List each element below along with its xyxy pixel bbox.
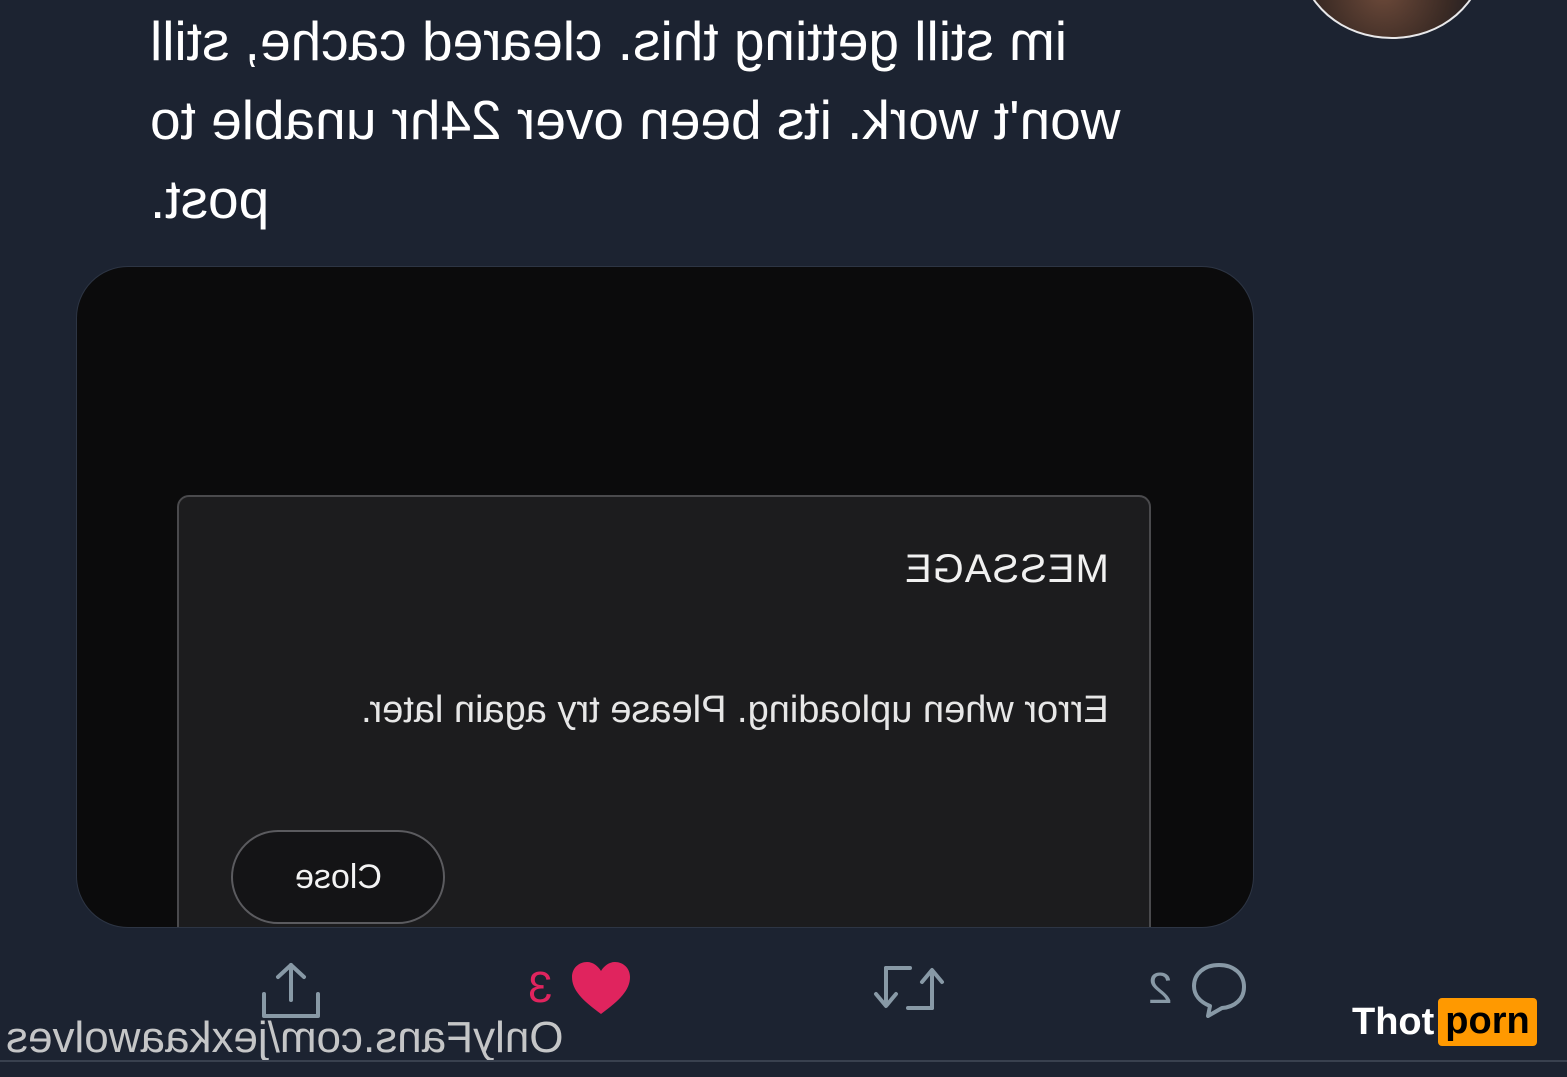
divider xyxy=(0,1060,1567,1062)
dialog-message: Error when uploading. Please try again l… xyxy=(361,689,1109,731)
retweet-button[interactable] xyxy=(872,960,964,1016)
screen: im still getting this. cleared cache, st… xyxy=(0,0,1567,1077)
brand-logo-part2: porn xyxy=(1438,998,1537,1046)
error-dialog: MESSAGE Error when uploading. Please try… xyxy=(177,495,1151,927)
brand-logo-part1: Thot xyxy=(1352,1000,1435,1043)
heart-icon xyxy=(570,960,632,1016)
watermark-url: OnlyFans.com/jexkaawolves xyxy=(6,1013,564,1062)
retweet-icon xyxy=(872,960,946,1016)
brand-logo: Thot porn xyxy=(1352,998,1537,1046)
tweet-text-line-2: won't work. its been over 24hr unable to xyxy=(150,89,1121,151)
like-button[interactable]: 3 xyxy=(528,960,632,1016)
dialog-title: MESSAGE xyxy=(904,547,1109,591)
close-button-label: Close xyxy=(294,857,382,896)
like-count: 3 xyxy=(528,963,553,1012)
reply-icon xyxy=(1190,960,1248,1018)
reply-count: 2 xyxy=(1148,964,1173,1013)
tweet-text: im still getting this. cleared cache, st… xyxy=(150,2,1250,239)
reply-button[interactable]: 2 xyxy=(1148,960,1248,1018)
tweet-text-line-1: im still getting this. cleared cache, st… xyxy=(150,10,1068,72)
tweet-text-line-3: post. xyxy=(150,168,270,230)
tweet-media-image[interactable]: MESSAGE Error when uploading. Please try… xyxy=(76,266,1254,928)
avatar[interactable] xyxy=(1300,0,1484,39)
close-button: Close xyxy=(231,830,445,924)
